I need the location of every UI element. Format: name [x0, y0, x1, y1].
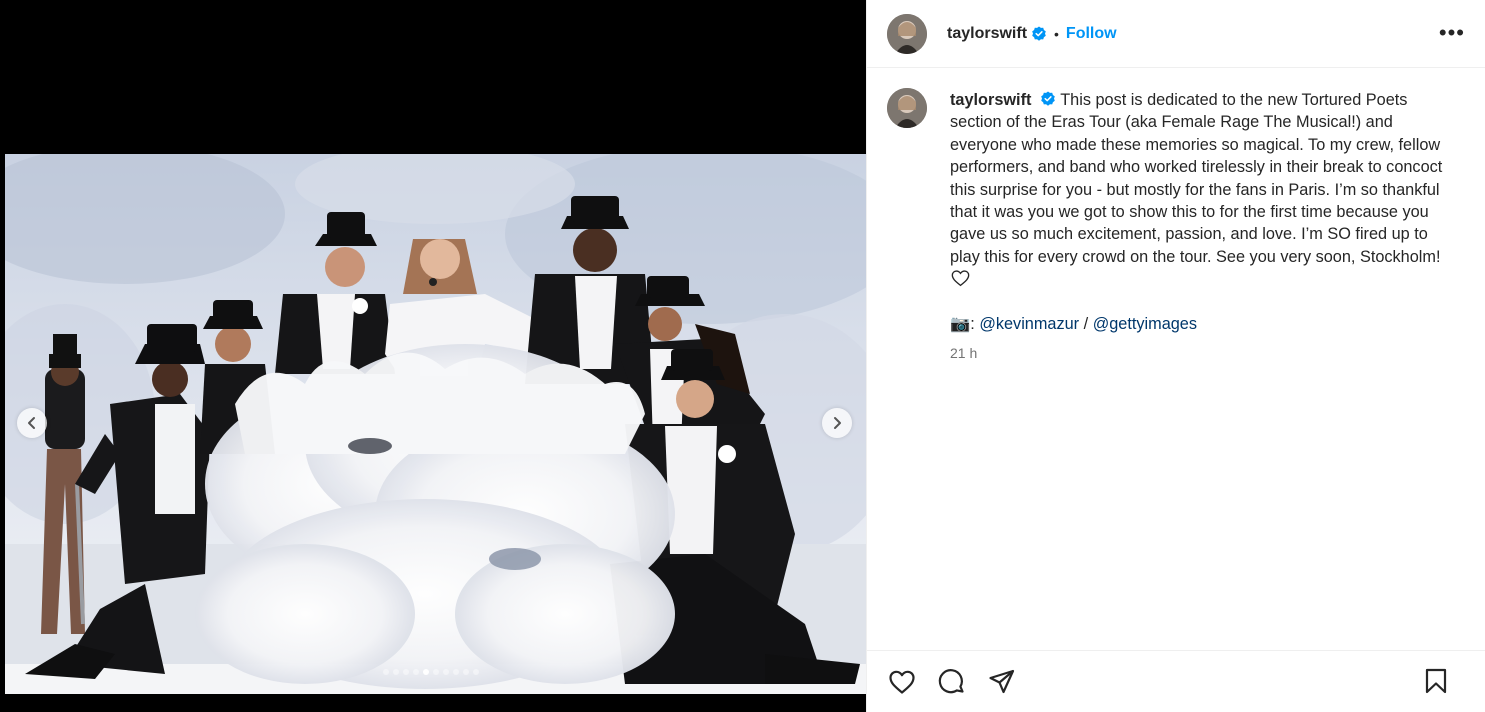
white-heart-emoji-icon: [951, 270, 970, 287]
comment-button[interactable]: [937, 667, 967, 697]
caption-avatar[interactable]: [887, 88, 927, 128]
carousel-dot: [452, 669, 459, 675]
more-options-icon[interactable]: •••: [1439, 22, 1465, 44]
caption-content: This post is dedicated to the new Tortur…: [950, 91, 1443, 266]
carousel-dot: [412, 669, 419, 675]
carousel-dot: [382, 669, 389, 675]
carousel-dot: [442, 669, 449, 675]
share-icon: [989, 669, 1015, 693]
username[interactable]: taylorswift: [947, 25, 1027, 43]
comments-section: taylorswift This post is dedicated to th…: [867, 68, 1485, 650]
mention-link[interactable]: @kevinmazur: [979, 315, 1079, 333]
post-side-panel: taylorswift • Follow ••• taylorswift Thi…: [866, 0, 1485, 712]
heart-icon: [889, 670, 915, 694]
follow-button[interactable]: Follow: [1066, 25, 1117, 43]
mention-link[interactable]: @gettyimages: [1093, 315, 1197, 333]
carousel-dot: [432, 669, 439, 675]
carousel-dot: [422, 669, 429, 675]
carousel-dot: [392, 669, 399, 675]
action-bar: [867, 650, 1485, 712]
photo-credit: 📷: @kevinmazur / @gettyimages: [950, 313, 1460, 335]
carousel-dot: [402, 669, 409, 675]
camera-icon: 📷:: [950, 314, 980, 333]
post-media: [0, 0, 866, 712]
header-separator: •: [1054, 25, 1059, 42]
carousel-dot: [472, 669, 479, 675]
caption: taylorswift This post is dedicated to th…: [887, 88, 1465, 364]
share-button[interactable]: [987, 667, 1017, 697]
save-button[interactable]: [1421, 666, 1451, 696]
post-photo: [5, 154, 866, 694]
post-timestamp[interactable]: 21 h: [950, 342, 1460, 364]
like-button[interactable]: [887, 667, 917, 697]
post-header: taylorswift • Follow •••: [867, 0, 1485, 68]
verified-badge-icon: [1041, 91, 1055, 106]
carousel-next-button[interactable]: [822, 408, 852, 438]
credit-separator: /: [1079, 314, 1093, 333]
caption-text: taylorswift This post is dedicated to th…: [950, 89, 1460, 364]
carousel-dot: [462, 669, 469, 675]
comment-icon: [938, 668, 964, 693]
carousel-prev-button[interactable]: [17, 408, 47, 438]
chevron-right-icon: [834, 417, 841, 429]
avatar[interactable]: [887, 13, 927, 54]
verified-badge-icon: [1032, 26, 1046, 41]
caption-username[interactable]: taylorswift: [950, 91, 1031, 109]
carousel-indicator: [0, 669, 861, 675]
chevron-left-icon: [28, 417, 35, 429]
instagram-post: taylorswift • Follow ••• taylorswift Thi…: [0, 0, 1485, 712]
bookmark-icon: [1425, 668, 1447, 694]
